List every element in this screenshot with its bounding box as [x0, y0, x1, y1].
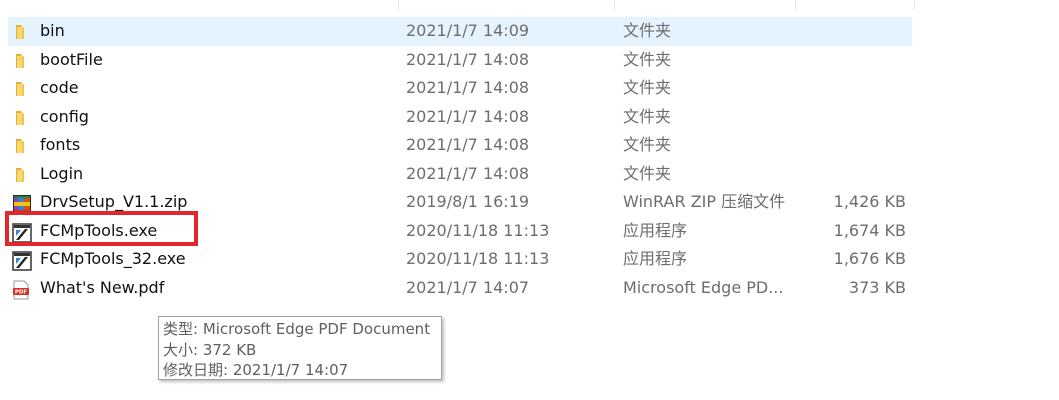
file-type: 文件夹 — [623, 163, 672, 183]
file-list: bin 2021/1/7 14:09 文件夹 bootFile 2021/1/7 14:… — [8, 17, 912, 302]
file-date-modified: 2021/1/7 14:08 — [406, 78, 530, 97]
file-name: FCMpTools_32.exe — [40, 249, 186, 268]
file-size — [798, 160, 906, 189]
file-date-modified: 2021/1/7 14:08 — [406, 163, 530, 183]
file-type: 应用程序 — [623, 220, 688, 240]
file-row-code[interactable]: code 2021/1/7 14:08 文件夹 — [8, 74, 912, 103]
file-type: Microsoft Edge PD... — [623, 277, 784, 297]
file-type: 应用程序 — [623, 249, 688, 268]
tooltip-modified: 修改日期: 2021/1/7 14:07 — [163, 361, 349, 379]
file-date-modified: 2021/1/7 14:08 — [406, 106, 530, 126]
file-size — [798, 103, 906, 132]
file-row-drvsetup-v1-1-zip[interactable]: DrvSetup_V1.1.zip 2019/8/1 16:19 WinRAR ZI… — [8, 188, 912, 217]
file-date-modified: 2021/1/7 14:09 — [406, 21, 530, 40]
file-type: 文件夹 — [623, 49, 672, 69]
file-name: What's New.pdf — [40, 277, 165, 297]
file-row-login[interactable]: Login 2021/1/7 14:08 文件夹 — [8, 160, 912, 189]
column-divider-end[interactable] — [914, 0, 915, 10]
file-size — [798, 131, 906, 160]
file-size: 1,674 KB — [833, 220, 906, 240]
folder-icon — [12, 17, 34, 46]
column-divider-size[interactable] — [795, 0, 796, 10]
folder-icon — [12, 74, 34, 103]
column-divider-date[interactable] — [398, 0, 399, 10]
winrar-archive-icon — [12, 188, 34, 217]
file-name: FCMpTools.exe — [40, 220, 158, 240]
file-size: 373 KB — [848, 277, 906, 297]
svg-text:PDF: PDF — [15, 289, 28, 295]
folder-icon — [12, 160, 34, 189]
file-row-fcmptools-exe[interactable]: FCMpTools.exe 2020/11/18 11:13 应用程序 1,674 K… — [8, 217, 912, 246]
file-size: 1,676 KB — [833, 249, 906, 268]
file-name: DrvSetup_V1.1.zip — [40, 192, 188, 211]
file-date-modified: 2021/1/7 14:08 — [406, 49, 530, 69]
file-date-modified: 2021/1/7 14:08 — [406, 135, 530, 154]
pdf-file-icon: PDF — [12, 274, 34, 303]
file-name: Login — [40, 163, 84, 183]
folder-icon — [12, 46, 34, 75]
file-name: config — [40, 106, 89, 126]
file-size: 1,426 KB — [833, 192, 906, 211]
file-date-modified: 2021/1/7 14:07 — [406, 277, 530, 297]
file-row-bootfile[interactable]: bootFile 2021/1/7 14:08 文件夹 — [8, 46, 912, 75]
file-row-bin[interactable]: bin 2021/1/7 14:09 文件夹 — [8, 17, 912, 46]
file-type: 文件夹 — [623, 106, 672, 126]
file-row-config[interactable]: config 2021/1/7 14:08 文件夹 — [8, 103, 912, 132]
tooltip-size: 大小: 372 KB — [163, 340, 257, 359]
file-info-tooltip: 类型: Microsoft Edge PDF Document 大小: 372 … — [158, 316, 442, 380]
column-divider-type[interactable] — [614, 0, 615, 10]
file-row-fonts[interactable]: fonts 2021/1/7 14:08 文件夹 — [8, 131, 912, 160]
file-row-fcmptools-32-exe[interactable]: FCMpTools_32.exe 2020/11/18 11:13 应用程序 1,67… — [8, 245, 912, 274]
file-type: 文件夹 — [623, 135, 672, 154]
file-name: code — [40, 78, 79, 97]
file-type: 文件夹 — [623, 21, 672, 40]
file-type: 文件夹 — [623, 78, 672, 97]
tooltip-type: 类型: Microsoft Edge PDF Document — [163, 320, 431, 338]
file-row-what-s-new-pdf[interactable]: PDF What's New.pdf 2021/1/7 14:07 Microsoft… — [8, 274, 912, 303]
file-name: fonts — [40, 135, 81, 154]
file-date-modified: 2020/11/18 11:13 — [406, 220, 550, 240]
app-exe-icon — [12, 245, 34, 274]
file-size — [798, 46, 906, 75]
folder-icon — [12, 131, 34, 160]
file-type: WinRAR ZIP 压缩文件 — [623, 192, 786, 211]
file-size — [798, 17, 906, 46]
file-date-modified: 2019/8/1 16:19 — [406, 192, 530, 211]
file-name: bin — [40, 21, 65, 40]
file-date-modified: 2020/11/18 11:13 — [406, 249, 550, 268]
app-exe-icon — [12, 217, 34, 246]
folder-icon — [12, 103, 34, 132]
file-size — [798, 74, 906, 103]
file-name: bootFile — [40, 49, 103, 69]
